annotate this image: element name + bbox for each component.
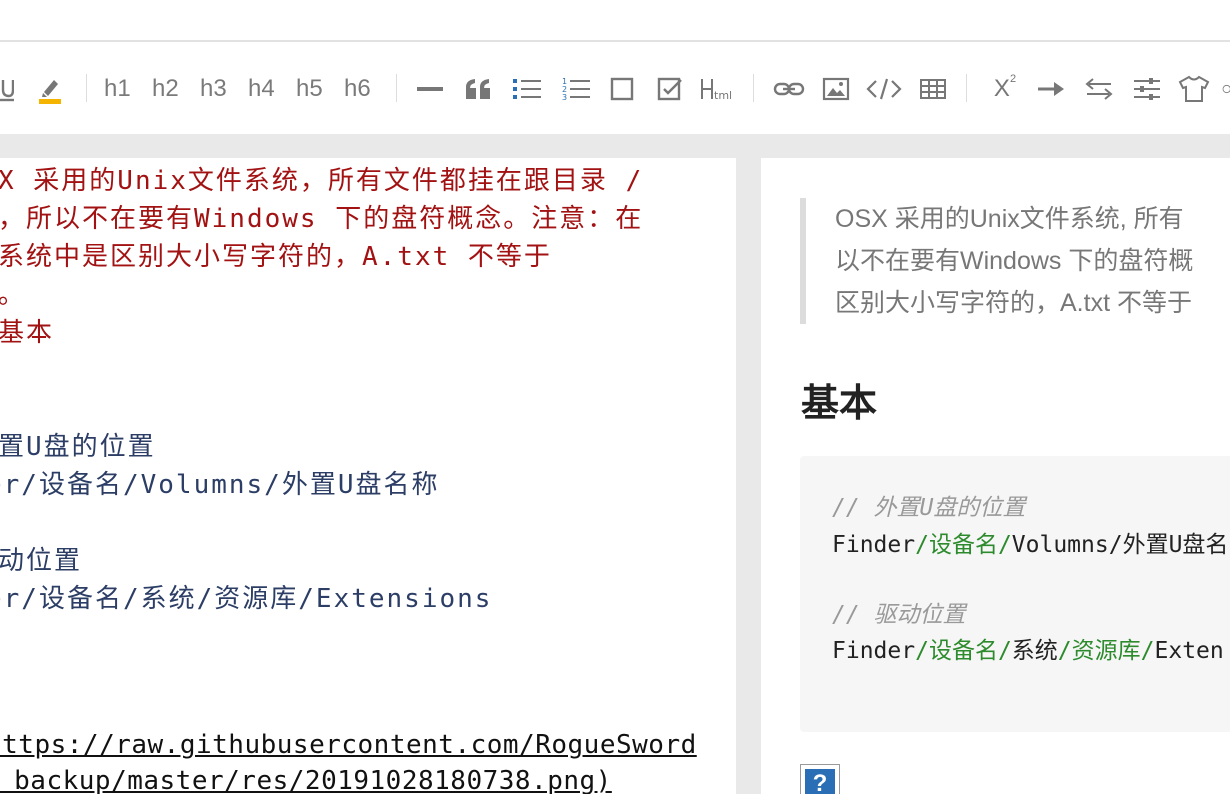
window-top-bar	[0, 0, 1230, 42]
code-comment: // 驱动位置	[832, 602, 966, 628]
link-icon[interactable]	[773, 72, 805, 106]
superscript-label: X	[993, 75, 1010, 102]
code-comment: // 外置U盘的位置	[832, 495, 1026, 521]
editor-line: 系统中是区别大小写字符的，A.txt 不等于	[0, 242, 552, 272]
heading-6-button[interactable]: h6	[344, 72, 371, 106]
image-icon[interactable]	[822, 72, 850, 106]
horizontal-rule-icon[interactable]	[416, 72, 444, 106]
swap-icon[interactable]	[1085, 72, 1113, 106]
editor-line: 动位置	[0, 546, 83, 576]
code-line: Finder/设备名/系统/资源库/Exten	[832, 631, 1224, 665]
blockquote-line: 以不在要有Windows 下的盘符概	[835, 247, 1194, 275]
editor-line: X 采用的Unix文件系统，所有文件都挂在跟目录 /	[0, 166, 644, 196]
code-block: // 外置U盘的位置 Finder/设备名/Volumns/外置U盘名 // 驱…	[800, 456, 1230, 732]
quote-icon[interactable]	[464, 72, 492, 106]
code-token: /设备名/	[915, 532, 1012, 558]
editor-link-line[interactable]: https://raw.githubusercontent.com/RogueS…	[0, 730, 697, 760]
code-icon[interactable]	[866, 72, 902, 106]
editor-line: 。	[0, 280, 27, 310]
heading-1-button[interactable]: h1	[104, 72, 131, 106]
bullet-list-icon[interactable]	[512, 72, 542, 106]
blockquote: OSX 采用的Unix文件系统, 所有 以不在要有Windows 下的盘符概 区…	[800, 198, 1230, 324]
svg-text:tml: tml	[714, 89, 732, 102]
highlight-icon[interactable]	[36, 72, 64, 106]
code-token: /设备名/	[915, 638, 1012, 664]
superscript-small-label: 2	[1009, 73, 1017, 85]
code-token: Finder	[832, 532, 916, 558]
code-token: Exten	[1154, 638, 1224, 664]
more-icon[interactable]	[1222, 72, 1230, 106]
heading-5-button[interactable]: h5	[296, 72, 323, 106]
heading-2-button[interactable]: h2	[152, 72, 179, 106]
theme-shirt-icon[interactable]	[1178, 72, 1210, 106]
numbered-list-icon[interactable]: 123	[561, 72, 591, 106]
heading-3-button[interactable]: h3	[200, 72, 227, 106]
svg-text:3: 3	[562, 93, 567, 102]
arrow-right-icon[interactable]	[1037, 72, 1065, 106]
section-heading: 基本	[801, 381, 878, 425]
editor-link-line[interactable]: _backup/master/res/20191028180738.png)	[0, 766, 612, 794]
table-icon[interactable]	[919, 72, 947, 106]
markdown-preview-pane: OSX 采用的Unix文件系统, 所有 以不在要有Windows 下的盘符概 区…	[761, 158, 1230, 794]
code-token: 系统	[1011, 638, 1058, 664]
editor-line: er/设备名/系统/资源库/Extensions	[0, 584, 493, 614]
html-icon[interactable]: tml	[700, 72, 736, 106]
code-token: Volumns/外置U盘名	[1011, 532, 1229, 558]
toolbar-separator	[966, 74, 967, 102]
code-token: Finder	[832, 638, 916, 664]
code-line: Finder/设备名/Volumns/外置U盘名	[832, 525, 1228, 559]
markdown-editor-pane[interactable]: X 采用的Unix文件系统，所有文件都挂在跟目录 / ，所以不在要有Window…	[0, 158, 736, 794]
toolbar-separator	[86, 74, 87, 102]
underline-icon[interactable]	[0, 72, 14, 106]
align-icon[interactable]	[1133, 72, 1161, 106]
editor-line: ，所以不在要有Windows 下的盘符概念。注意：在	[0, 204, 644, 234]
editor-line: 基本	[0, 318, 55, 348]
broken-image-label: ?	[805, 769, 835, 794]
editor-line: 置U盘的位置	[0, 432, 156, 462]
editor-line: er/设备名/Volumns/外置U盘名称	[0, 470, 440, 500]
toolbar-separator	[753, 74, 754, 102]
heading-4-button[interactable]: h4	[248, 72, 275, 106]
checkbox-icon[interactable]	[610, 72, 634, 106]
checked-checkbox-icon[interactable]	[657, 72, 683, 106]
blockquote-line: OSX 采用的Unix文件系统, 所有	[835, 205, 1184, 233]
superscript-icon[interactable]: X2	[990, 72, 1020, 106]
broken-image-icon[interactable]: ?	[800, 764, 840, 794]
toolbar-separator	[396, 74, 397, 102]
code-token: /资源库/	[1057, 638, 1155, 664]
blockquote-line: 区别大小写字符的，A.txt 不等于	[835, 289, 1192, 317]
